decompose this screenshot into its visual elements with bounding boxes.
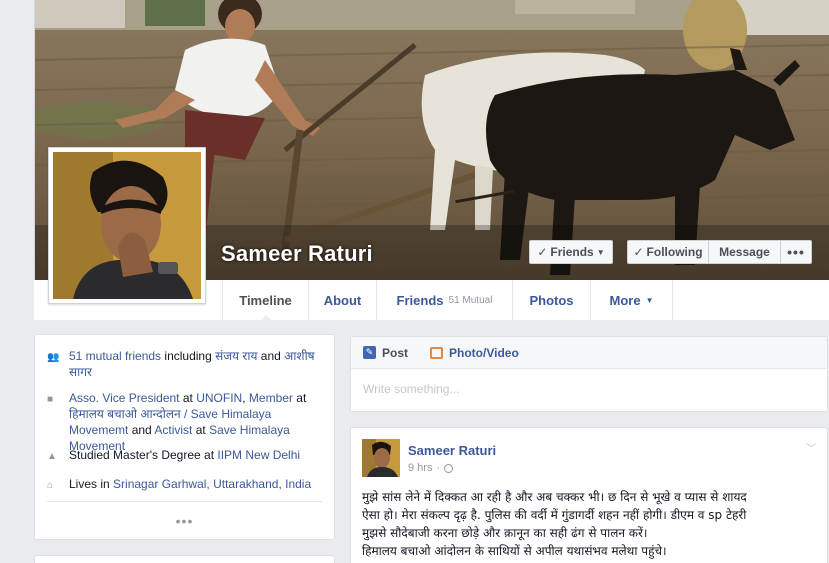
and-text: and [260,349,281,363]
tab-about[interactable]: About [309,280,377,320]
post-composer: ✎ Post Photo/Video Write something... [350,336,828,412]
post-text-line: मुझसे सौदेबाजी करना छोड़े और क़ानून का स… [362,526,648,540]
tab-photos[interactable]: Photos [513,280,591,320]
comma-text: , [242,391,246,405]
at-text: at [182,391,193,405]
including-text: including [164,349,212,363]
tab-post-label: Post [382,345,409,360]
following-button[interactable]: ✓ Following [627,240,709,264]
org-link[interactable]: UNOFIN [196,391,242,405]
home-icon: ⌂ [47,480,54,491]
lives-text: Lives in Srinagar Garhwal, Uttarakhand, … [69,476,331,494]
more-options-button[interactable]: ••• [781,240,812,264]
post-author-name[interactable]: Sameer Raturi [408,443,496,458]
profile-picture-image [53,152,201,299]
ellipsis-icon: ••• [787,244,805,260]
message-button-label: Message [719,245,770,259]
chevron-down-icon[interactable]: ﹀ [806,440,816,455]
following-button-label: Following [646,245,703,259]
tab-friends[interactable]: Friends 51 Mutual [377,280,513,320]
chevron-down-icon: ▼ [596,247,605,257]
post-text-line: हिमालय बचाओ आंदोलन के साथियों से अपील यथ… [362,544,667,558]
role-link[interactable]: Asso. Vice President [69,391,180,405]
graduation-cap-icon: ▲ [47,451,57,462]
mutual-friends-text: 51 mutual friends including संजय राय and… [69,348,331,380]
at-text: at [296,391,307,405]
lives-row: ⌂ Lives in Srinagar Garhwal, Uttarakhand… [47,476,331,494]
lives-label: Lives in [69,477,110,491]
tab-more[interactable]: More ▼ [591,280,673,320]
education-text: Studied Master's Degree at IIPM New Delh… [69,447,331,465]
composer-tabs: ✎ Post Photo/Video [351,337,827,369]
education-label: Studied Master's Degree at [69,448,215,462]
post-body: मुझे सांस लेने में दिक्कत आ रही है और अब… [362,488,822,560]
photos-card [34,555,335,563]
intro-card: 👥 51 mutual friends including संजय राय a… [34,334,335,540]
school-link[interactable]: IIPM New Delhi [217,448,300,462]
globe-icon[interactable] [444,463,454,473]
post-text-line: मुझे सांस लेने में दिक्कत आ रही है और अब… [362,490,747,504]
mutual-count: 51 Mutual [448,294,493,306]
tab-post[interactable]: ✎ Post [363,346,408,360]
timeline-post: Sameer Raturi 9 hrs · ﹀ मुझे सांस लेने म… [350,427,828,563]
work-text: Asso. Vice President at UNOFIN, Member a… [69,390,331,454]
place-link[interactable]: Srinagar Garhwal, Uttarakhand, India [113,477,311,491]
friends-button-label: Friends [550,245,594,259]
work-row: ■ Asso. Vice President at UNOFIN, Member… [47,390,331,454]
post-author-avatar[interactable] [362,439,400,477]
tab-photo-video-label: Photo/Video [449,345,519,360]
photo-icon [430,346,444,359]
separator-dot: · [436,462,441,474]
divider [47,501,322,502]
friend-link[interactable]: संजय राय [215,349,257,363]
pencil-icon: ✎ [363,346,376,359]
friends-button[interactable]: ✓ Friends ▼ [529,240,613,264]
profile-picture[interactable] [48,147,206,304]
role-link[interactable]: Activist [154,423,192,437]
see-more-button[interactable]: ••• [35,513,334,529]
role-link[interactable]: Member [249,391,293,405]
post-text-line: ऐसा हो। मेरा संकल्प दृढ़ है. पुलिस की वर… [362,508,747,522]
post-meta: 9 hrs · [408,462,454,474]
tab-timeline-label: Timeline [239,292,292,308]
briefcase-icon: ■ [47,394,54,405]
at-text: at [195,423,206,437]
tab-more-label: More [609,292,641,308]
tab-timeline[interactable]: Timeline [223,280,309,321]
profile-name[interactable]: Sameer Raturi [221,241,373,267]
composer-input[interactable]: Write something... [351,369,827,409]
post-timestamp[interactable]: 9 hrs [408,462,432,474]
mutual-friends-link[interactable]: 51 mutual friends [69,349,161,363]
chevron-down-icon: ▼ [645,295,654,305]
education-row: ▲ Studied Master's Degree at IIPM New De… [47,447,331,465]
message-button[interactable]: Message [709,240,781,264]
mutual-friends-row: 👥 51 mutual friends including संजय राय a… [47,348,331,380]
tab-friends-label: Friends [396,292,444,308]
tab-about-label: About [323,292,362,308]
checkmark-icon: ✓ [633,245,644,259]
friends-icon: 👥 [47,352,60,363]
and-text: and [131,423,152,437]
tab-photo-video[interactable]: Photo/Video [430,346,519,360]
avatar-image [362,439,400,477]
checkmark-icon: ✓ [537,245,548,259]
tab-photos-label: Photos [529,292,574,308]
